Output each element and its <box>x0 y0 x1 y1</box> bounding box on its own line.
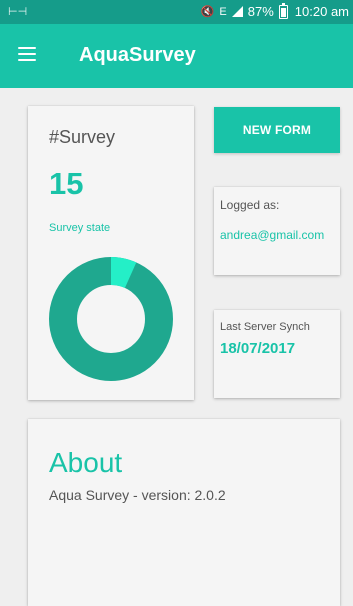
about-version: Aqua Survey - version: 2.0.2 <box>49 487 226 503</box>
signal-icon <box>231 6 243 17</box>
donut-base-ring <box>49 257 173 381</box>
survey-state-donut-chart <box>49 257 173 381</box>
network-type-icon: E <box>219 5 227 18</box>
usb-debug-icon: ⊢⊣ <box>8 6 28 18</box>
about-title: About <box>49 447 123 478</box>
logged-as-label: Logged as: <box>220 198 280 212</box>
logged-email: andrea@gmail.com <box>220 228 325 242</box>
survey-count: 15 <box>49 166 84 201</box>
survey-card: #Survey 15 Survey state <box>28 106 194 400</box>
app-title: AquaSurvey <box>79 44 196 66</box>
server-sync-card: Last Server Synch 18/07/2017 <box>214 310 340 398</box>
battery-icon <box>278 2 288 19</box>
sync-label: Last Server Synch <box>220 321 310 333</box>
new-form-button[interactable]: NEW FORM <box>214 107 340 153</box>
survey-state-label: Survey state <box>49 222 111 234</box>
mute-icon: 🔇 <box>200 6 215 18</box>
clock: 10:20 am <box>294 4 349 19</box>
status-icons: 🔇 E 87% 10:20 am <box>200 2 349 19</box>
survey-title: #Survey <box>49 127 116 147</box>
about-card: About Aqua Survey - version: 2.0.2 <box>28 419 340 606</box>
status-bar: ⊢⊣ 🔇 E 87% 10:20 am <box>0 0 353 24</box>
battery-percent: 87% <box>247 4 274 19</box>
hamburger-menu-icon[interactable] <box>18 47 36 61</box>
sync-date: 18/07/2017 <box>220 340 296 357</box>
app-bar: AquaSurvey <box>0 24 353 88</box>
logged-user-card: Logged as: andrea@gmail.com <box>214 187 340 275</box>
